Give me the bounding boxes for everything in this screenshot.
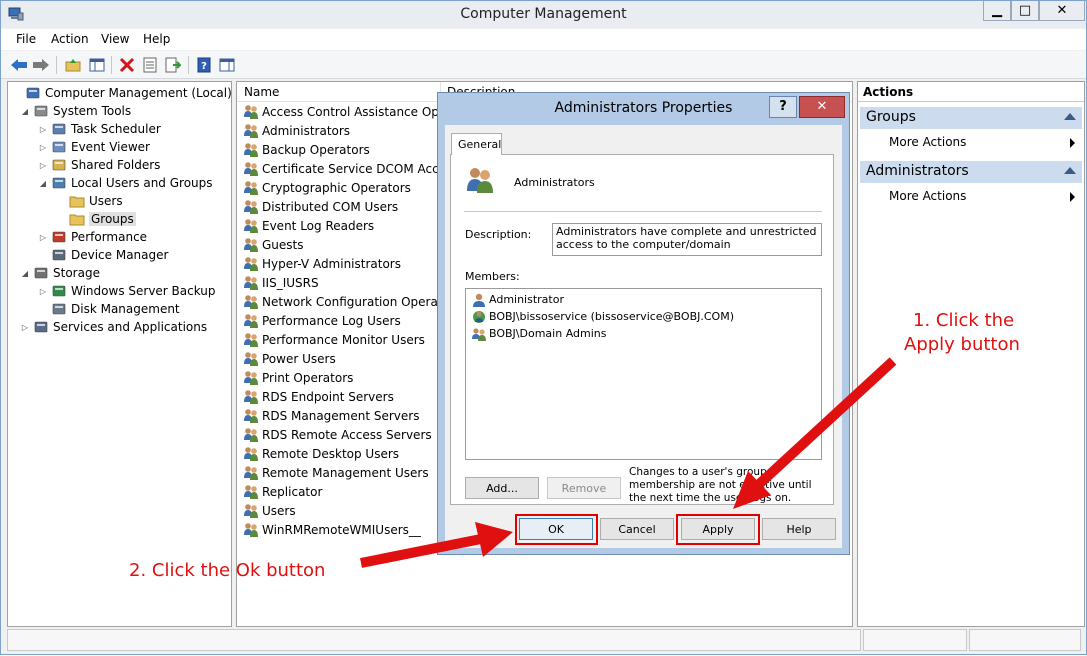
step2-annotation: 2. Click the Ok button xyxy=(129,560,326,581)
step1-annotation-line1: 1. Click the xyxy=(913,310,1015,331)
arrow-to-apply xyxy=(752,357,897,491)
step1-annotation-line2: Apply button xyxy=(904,334,1020,355)
computer-management-window: Computer Management ▁ □ ✕ File Action Vi… xyxy=(0,0,1087,655)
arrow-to-ok-head xyxy=(475,522,513,557)
arrow-to-ok xyxy=(360,534,482,568)
tab-general[interactable]: General xyxy=(451,133,502,155)
